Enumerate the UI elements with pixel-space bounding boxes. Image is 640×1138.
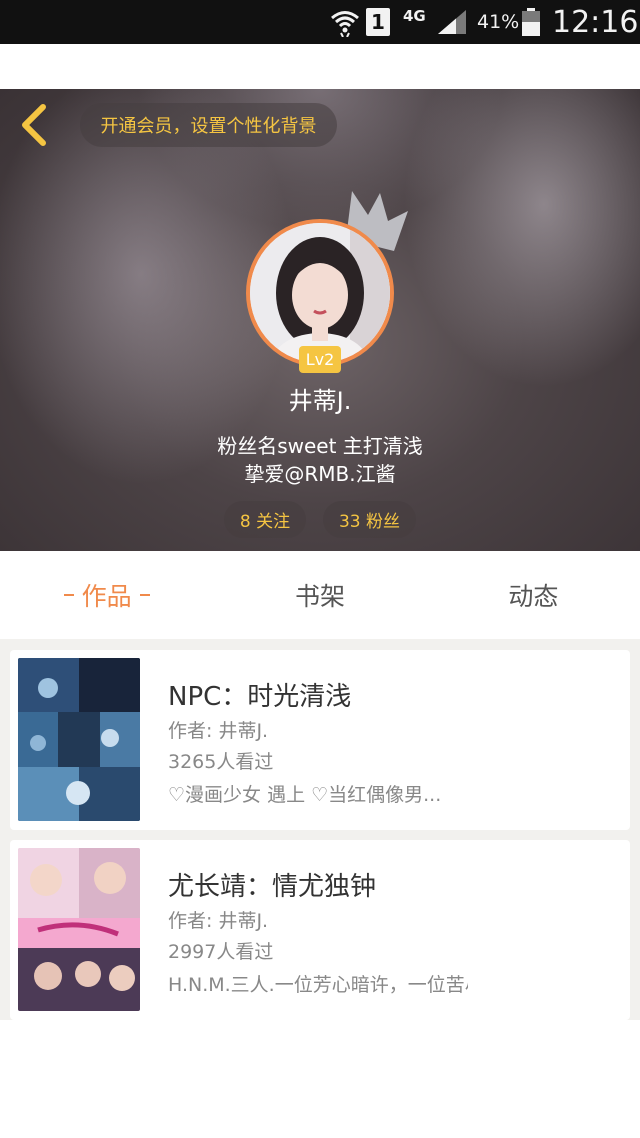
fans-button[interactable]: 33 粉丝 — [323, 501, 416, 538]
cover-image — [18, 658, 140, 821]
chevron-left-icon — [22, 104, 46, 146]
back-button[interactable] — [14, 103, 54, 147]
work-title: 尤长靖：情尤独钟 — [168, 872, 377, 902]
cover-image — [18, 848, 140, 1011]
bottom-area — [0, 1020, 640, 1138]
clock: 12:16 — [552, 4, 639, 40]
username: 井蒂J. — [288, 387, 352, 415]
work-title: NPC：时光清浅 — [168, 682, 352, 712]
status-bar: 1 4G 41% 12:16 — [0, 0, 640, 44]
signal-icon — [436, 0, 468, 44]
battery-icon — [521, 0, 541, 44]
network-type: 4G — [403, 7, 426, 25]
tab-label: 动态 — [508, 582, 559, 611]
bio: 粉丝名sweet 主打清浅 挚爱@RMB.江酱 — [0, 432, 640, 488]
avatar-image — [250, 223, 390, 363]
work-author: 作者: 井蒂J. — [168, 720, 269, 742]
following-button[interactable]: 8 关注 — [224, 501, 306, 538]
avatar[interactable] — [246, 219, 394, 367]
list-item[interactable]: 尤长靖：情尤独钟 作者: 井蒂J. 2997人看过 H.N.M.三人.一位芳心暗… — [10, 840, 630, 1020]
work-author: 作者: 井蒂J. — [168, 910, 269, 932]
work-description: ♡漫画少女 遇上 ♡当红偶像男... — [168, 784, 442, 806]
tab-bar: 作品 书架 动态 — [0, 551, 640, 639]
vip-background-banner[interactable]: 开通会员，设置个性化背景 — [80, 103, 337, 147]
bio-line: 挚爱@RMB.江酱 — [244, 462, 396, 486]
sim-indicator: 1 — [366, 0, 390, 44]
wifi-icon — [330, 0, 360, 44]
bio-line: 粉丝名sweet 主打清浅 — [217, 434, 423, 458]
tab-bookshelf[interactable]: 书架 — [213, 551, 426, 639]
profile-header: 开通会员，设置个性化背景 Lv2 井蒂J. 粉丝名sweet 主打清浅 挚爱@R… — [0, 89, 640, 551]
tab-indicator — [63, 594, 74, 596]
work-views: 3265人看过 — [168, 751, 274, 773]
tab-label: 书架 — [294, 582, 345, 611]
tab-activity[interactable]: 动态 — [427, 551, 640, 639]
top-spacer — [0, 44, 640, 89]
tab-works[interactable]: 作品 — [0, 551, 213, 639]
work-views: 2997人看过 — [168, 941, 274, 963]
list-item[interactable]: NPC：时光清浅 作者: 井蒂J. 3265人看过 ♡漫画少女 遇上 ♡当红偶像… — [10, 650, 630, 830]
tab-indicator — [139, 594, 150, 596]
level-badge: Lv2 — [299, 346, 341, 373]
tab-label: 作品 — [81, 582, 132, 611]
battery-percent: 41% — [477, 11, 520, 33]
work-description: H.N.M.三人.一位芳心暗许，一位苦尽… — [168, 974, 468, 996]
